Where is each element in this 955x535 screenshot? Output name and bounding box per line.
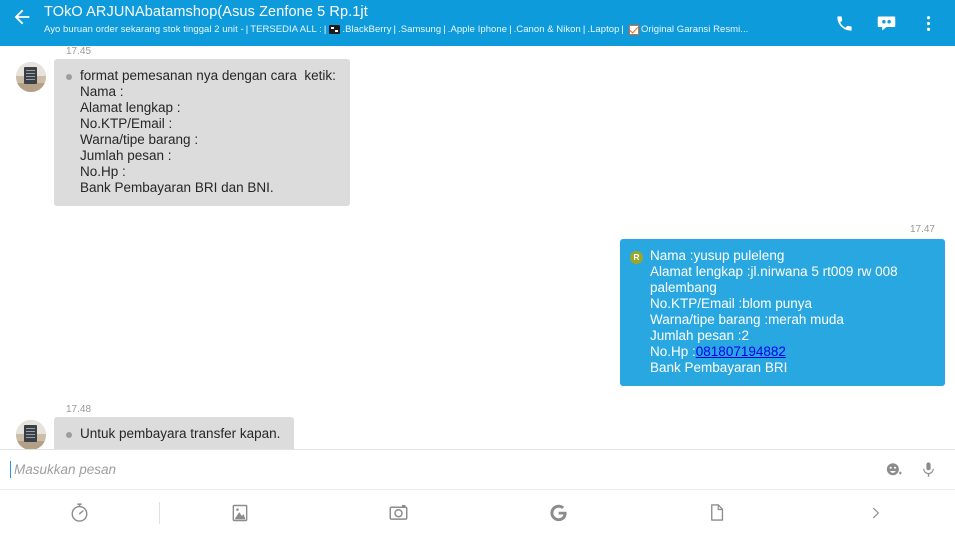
google-button[interactable]: [478, 490, 637, 535]
message-text: Untuk pembayara transfer kapan.: [80, 426, 281, 441]
header-actions: [823, 0, 955, 38]
header-subtitle: Ayo buruan order sekarang stok tinggal 2…: [44, 23, 823, 36]
text-caret: [10, 461, 11, 478]
avatar-photo-subject: [24, 425, 37, 442]
subtitle-laptop: .Laptop: [587, 24, 620, 35]
gallery-button[interactable]: [160, 490, 319, 535]
message-input[interactable]: [14, 462, 877, 477]
message-bubble[interactable]: R Nama :yusup puleleng Alamat lengkap :j…: [620, 239, 945, 386]
subtitle-iphone: .Apple Iphone: [447, 24, 508, 35]
subtitle-canon: .Canon & Nikon: [513, 24, 581, 35]
timer-icon: [71, 503, 88, 522]
camera-icon: [389, 504, 408, 520]
avatar[interactable]: [16, 420, 46, 449]
message-timestamp: 17.47: [909, 224, 935, 235]
message-text: Nama :yusup puleleng Alamat lengkap :jl.…: [650, 248, 898, 359]
document-button[interactable]: [637, 490, 796, 535]
subtitle-separator: |: [323, 24, 327, 35]
avatar-photo-ground: [16, 83, 46, 92]
subtitle-separator: |: [443, 24, 446, 35]
message-bubble[interactable]: format pemesanan nya dengan cara ketik: …: [54, 59, 350, 206]
avatar[interactable]: [16, 62, 46, 92]
video-message-icon: [877, 16, 895, 30]
subtitle-lead: Ayo buruan order sekarang stok tinggal 2…: [44, 24, 244, 35]
microphone-icon: [922, 462, 934, 477]
call-button[interactable]: [823, 8, 865, 38]
subtitle-blackberry: .BlackBerry: [342, 24, 392, 35]
avatar-photo-ground: [16, 441, 46, 449]
subtitle-separator: |: [582, 24, 586, 35]
timer-button[interactable]: [0, 490, 159, 535]
subtitle-separator: |: [621, 24, 624, 35]
overflow-menu-button[interactable]: [907, 8, 949, 38]
document-icon: [711, 504, 724, 521]
message-row-incoming: format pemesanan nya dengan cara ketik: …: [10, 59, 945, 206]
message-row-outgoing: R Nama :yusup puleleng Alamat lengkap :j…: [10, 239, 945, 386]
message-timestamp: 17.48: [66, 404, 92, 415]
subtitle-separator: |: [245, 24, 249, 35]
emoji-button[interactable]: [877, 453, 911, 487]
phone-number-link[interactable]: 081807194882: [696, 344, 786, 359]
composer-bar: [0, 449, 955, 489]
subtitle-separator: |: [393, 24, 397, 35]
message-text-tail: Bank Pembayaran BRI: [650, 360, 788, 375]
emoji-add-icon: [886, 462, 902, 475]
message-row-incoming: Untuk pembayara transfer kapan.: [10, 417, 945, 449]
camera-button[interactable]: [319, 490, 478, 535]
overflow-menu-icon: [926, 15, 930, 31]
status-badge: R: [630, 251, 643, 264]
message-text: format pemesanan nya dengan cara ketik: …: [80, 68, 336, 195]
gallery-icon: [232, 504, 247, 521]
more-button[interactable]: [796, 490, 955, 535]
subtitle-separator: |: [509, 24, 512, 35]
message-timestamp: 17.45: [66, 46, 92, 57]
message-bubble[interactable]: Untuk pembayara transfer kapan.: [54, 417, 295, 449]
checkbox-emoji-icon: [628, 24, 639, 35]
blackberry-emoji-icon: [329, 25, 341, 34]
message-list[interactable]: 17.45 format pemesanan nya dengan cara k…: [0, 46, 955, 449]
back-button[interactable]: [0, 0, 44, 46]
avatar-photo-subject: [24, 67, 37, 84]
page-title: TOkO ARJUNAbatamshop(Asus Zenfone 5 Rp.1…: [44, 4, 368, 20]
attachment-toolbar: [0, 489, 955, 535]
subtitle-samsung: .Samsung: [398, 24, 442, 35]
back-arrow-icon: [14, 9, 30, 25]
chevron-right-icon: [873, 507, 879, 518]
video-message-button[interactable]: [865, 8, 907, 38]
header-text-block: TOkO ARJUNAbatamshop(Asus Zenfone 5 Rp.1…: [44, 0, 823, 36]
app-header: TOkO ARJUNAbatamshop(Asus Zenfone 5 Rp.1…: [0, 0, 955, 46]
google-icon: [549, 504, 567, 521]
chat-screen: TOkO ARJUNAbatamshop(Asus Zenfone 5 Rp.1…: [0, 0, 955, 535]
voice-button[interactable]: [911, 453, 945, 487]
subtitle-tersedia: TERSEDIA ALL :: [250, 24, 322, 35]
call-icon: [836, 15, 852, 31]
subtitle-original: Original Garansi Resmi...: [640, 24, 749, 35]
